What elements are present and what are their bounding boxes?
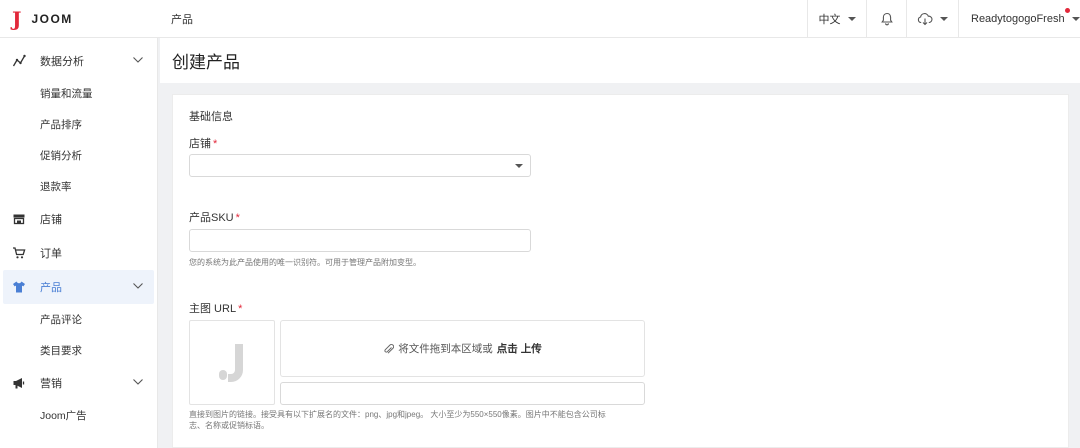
sidebar-item-label: 订单 [40,248,62,260]
sku-label: 产品SKU * [189,209,240,225]
image-hint: 直接到图片的链接。接受具有以下扩展名的文件：png、jpg和jpeg。 大小至少… [189,409,606,431]
image-preview [189,320,275,405]
chevron-down-icon [847,16,856,21]
download-menu[interactable] [906,0,958,37]
basic-info-card: 基础信息 店铺 * 产品SKU * 您的系统为此产品使用的唯一识别符。可用于管理产品… [172,94,1069,448]
chevron-down-icon [133,379,143,385]
sku-hint: 您的系统为此产品使用的唯一识别符。可用于管理产品附加变型。 [189,258,421,267]
sidebar-item-category-requirements[interactable]: 类目要求 [0,335,157,366]
sidebar-item-label: 数据分析 [40,56,84,68]
user-menu[interactable]: ReadytogogoFresh [958,0,1080,37]
chevron-down-icon [1071,16,1080,21]
sku-input[interactable] [189,229,531,252]
cloud-download-icon [917,12,933,26]
required-mark: * [238,303,243,315]
cart-icon [12,246,26,260]
sku-label-text: 产品SKU [189,212,234,224]
tshirt-icon [12,280,26,294]
megaphone-icon [12,376,26,390]
page-header: 创建产品 [160,38,1080,83]
notification-dot [1065,8,1070,13]
joom-logo-mark: J [12,6,22,31]
chevron-down-icon [940,16,948,21]
sidebar-item-products[interactable]: 产品 [3,270,154,304]
bell-icon [880,12,894,26]
required-mark: * [235,212,240,224]
sidebar: 数据分析 销量和流量 产品排序 促销分析 退款率 店铺 订单 产品 产品评论 类… [0,38,158,448]
paperclip-icon [383,343,395,355]
upload-link[interactable]: 点击 上传 [497,341,542,356]
required-mark: * [213,138,218,150]
sidebar-item-refund-rate[interactable]: 退款率 [0,171,157,202]
notifications-button[interactable] [866,0,906,37]
page-title: 创建产品 [172,53,240,72]
chevron-down-icon [133,57,143,63]
joom-logo[interactable]: J JOOM [0,0,158,37]
image-hint-line1: 直接到图片的链接。接受具有以下扩展名的文件：png、jpg和jpeg。 大小至少… [189,410,606,419]
image-upload-dropzone[interactable]: 将文件拖到本区域或 点击 上传 [280,320,645,377]
top-bar: J JOOM 产品 中文 ReadytogogoFresh [0,0,1080,38]
sidebar-item-label: 店铺 [40,214,62,226]
joom-placeholder-icon [217,342,247,384]
image-hint-line2: 志、名称或促销标语。 [189,421,269,430]
sidebar-item-label: 产品 [40,282,62,294]
sidebar-item-sales-traffic[interactable]: 销量和流量 [0,78,157,109]
main-image-label-text: 主图 URL [189,303,237,315]
store-icon [12,212,26,226]
dropzone-text: 将文件拖到本区域或 [398,343,493,355]
sidebar-item-joom-ads[interactable]: Joom广告 [0,400,157,431]
language-label: 中文 [818,13,841,26]
language-selector[interactable]: 中文 [807,0,866,37]
sidebar-item-orders[interactable]: 订单 [0,236,157,270]
chevron-down-icon [133,283,143,289]
sidebar-item-analytics[interactable]: 数据分析 [0,44,157,78]
section-title: 基础信息 [189,111,233,123]
breadcrumb: 产品 [171,13,193,26]
image-url-input[interactable] [280,382,645,405]
sidebar-item-product-ranking[interactable]: 产品排序 [0,109,157,140]
sidebar-item-product-reviews[interactable]: 产品评论 [0,304,157,335]
chart-line-icon [12,54,26,68]
sidebar-item-label: 营销 [40,378,62,390]
chevron-down-icon [515,164,523,168]
store-label: 店铺 * [189,135,217,151]
main-image-label: 主图 URL * [189,300,242,316]
joom-logo-text: JOOM [31,11,73,26]
store-label-text: 店铺 [189,138,211,150]
store-select[interactable] [189,154,531,177]
sidebar-item-marketing[interactable]: 营销 [0,366,157,400]
sidebar-item-store[interactable]: 店铺 [0,202,157,236]
sidebar-item-promo-analysis[interactable]: 促销分析 [0,140,157,171]
username: ReadytogogoFresh [971,12,1065,25]
